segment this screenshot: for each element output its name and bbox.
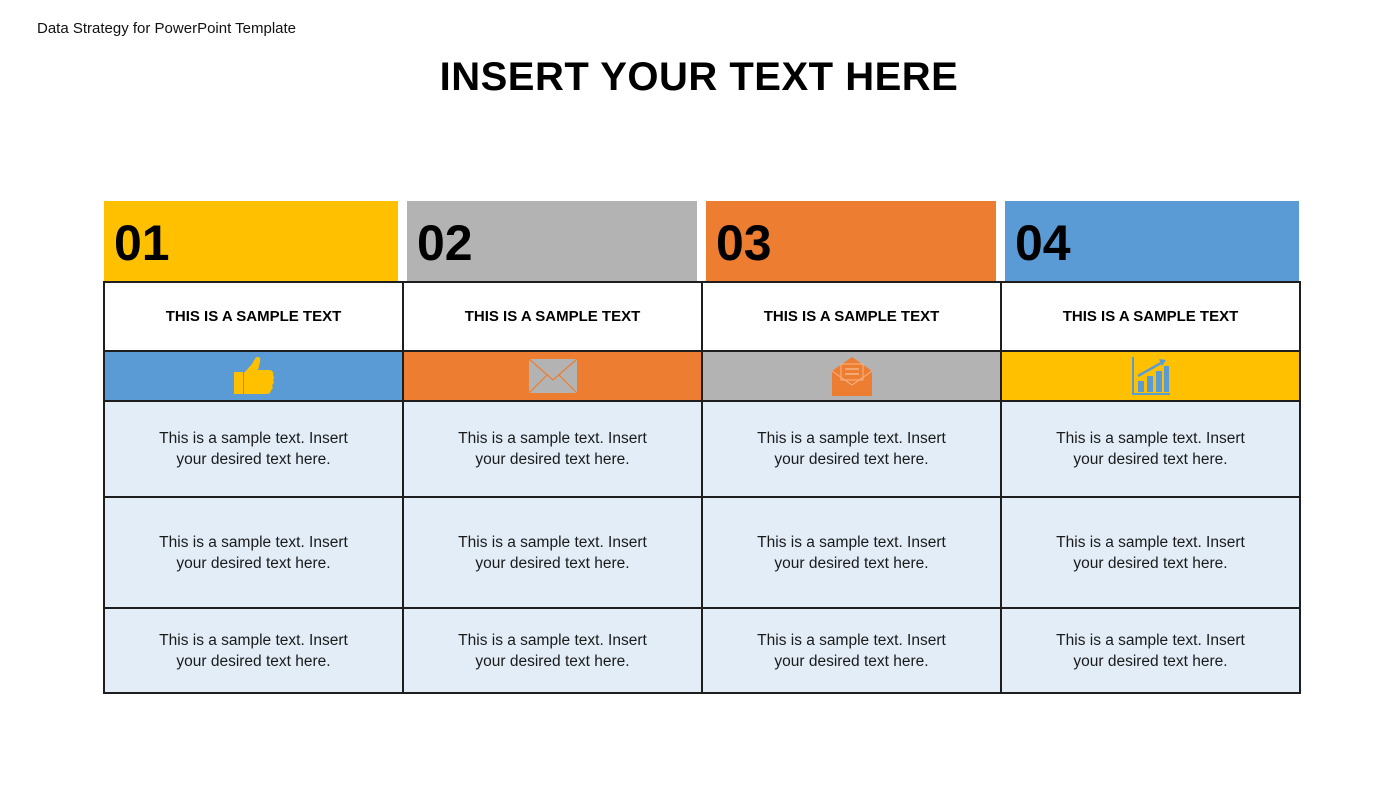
table-cell: This is a sample text. Insert your desir… — [701, 496, 1002, 609]
envelope-icon — [528, 358, 577, 394]
table-cell: This is a sample text. Insert your desir… — [701, 400, 1002, 498]
icon-band — [402, 350, 703, 402]
column-subtitle: THIS IS A SAMPLE TEXT — [701, 281, 1002, 352]
column-number: 03 — [716, 215, 772, 271]
column-header-01: 01 — [104, 201, 398, 281]
icon-row — [103, 350, 1301, 402]
document-label: Data Strategy for PowerPoint Template — [37, 20, 297, 37]
column-subtitle: THIS IS A SAMPLE TEXT — [402, 281, 703, 352]
column-number: 01 — [114, 215, 170, 271]
open-envelope-icon — [831, 357, 872, 396]
column-subtitle: THIS IS A SAMPLE TEXT — [1000, 281, 1301, 352]
subtitle-row: THIS IS A SAMPLE TEXT THIS IS A SAMPLE T… — [103, 281, 1301, 352]
content-table: THIS IS A SAMPLE TEXT THIS IS A SAMPLE T… — [103, 281, 1301, 694]
table-row: This is a sample text. Insert your desir… — [103, 496, 1301, 609]
table-row: This is a sample text. Insert your desir… — [103, 607, 1301, 694]
icon-band — [1000, 350, 1301, 402]
table-cell: This is a sample text. Insert your desir… — [103, 496, 404, 609]
column-number: 02 — [417, 215, 473, 271]
thumbs-up-icon — [233, 356, 274, 394]
column-number: 04 — [1015, 215, 1071, 271]
icon-band — [701, 350, 1002, 402]
column-header-04: 04 — [1005, 201, 1299, 281]
page-title: INSERT YOUR TEXT HERE — [439, 55, 959, 99]
table-cell: This is a sample text. Insert your desir… — [1000, 400, 1301, 498]
icon-band — [103, 350, 404, 402]
table-cell: This is a sample text. Insert your desir… — [402, 400, 703, 498]
table-cell: This is a sample text. Insert your desir… — [402, 607, 703, 694]
table-cell: This is a sample text. Insert your desir… — [103, 607, 404, 694]
table-row: This is a sample text. Insert your desir… — [103, 400, 1301, 498]
table-cell: This is a sample text. Insert your desir… — [701, 607, 1002, 694]
growth-chart-icon — [1131, 357, 1170, 395]
table-cell: This is a sample text. Insert your desir… — [402, 496, 703, 609]
column-header-03: 03 — [706, 201, 996, 281]
column-header-02: 02 — [407, 201, 697, 281]
column-subtitle: THIS IS A SAMPLE TEXT — [103, 281, 404, 352]
table-cell: This is a sample text. Insert your desir… — [1000, 607, 1301, 694]
table-cell: This is a sample text. Insert your desir… — [103, 400, 404, 498]
table-cell: This is a sample text. Insert your desir… — [1000, 496, 1301, 609]
